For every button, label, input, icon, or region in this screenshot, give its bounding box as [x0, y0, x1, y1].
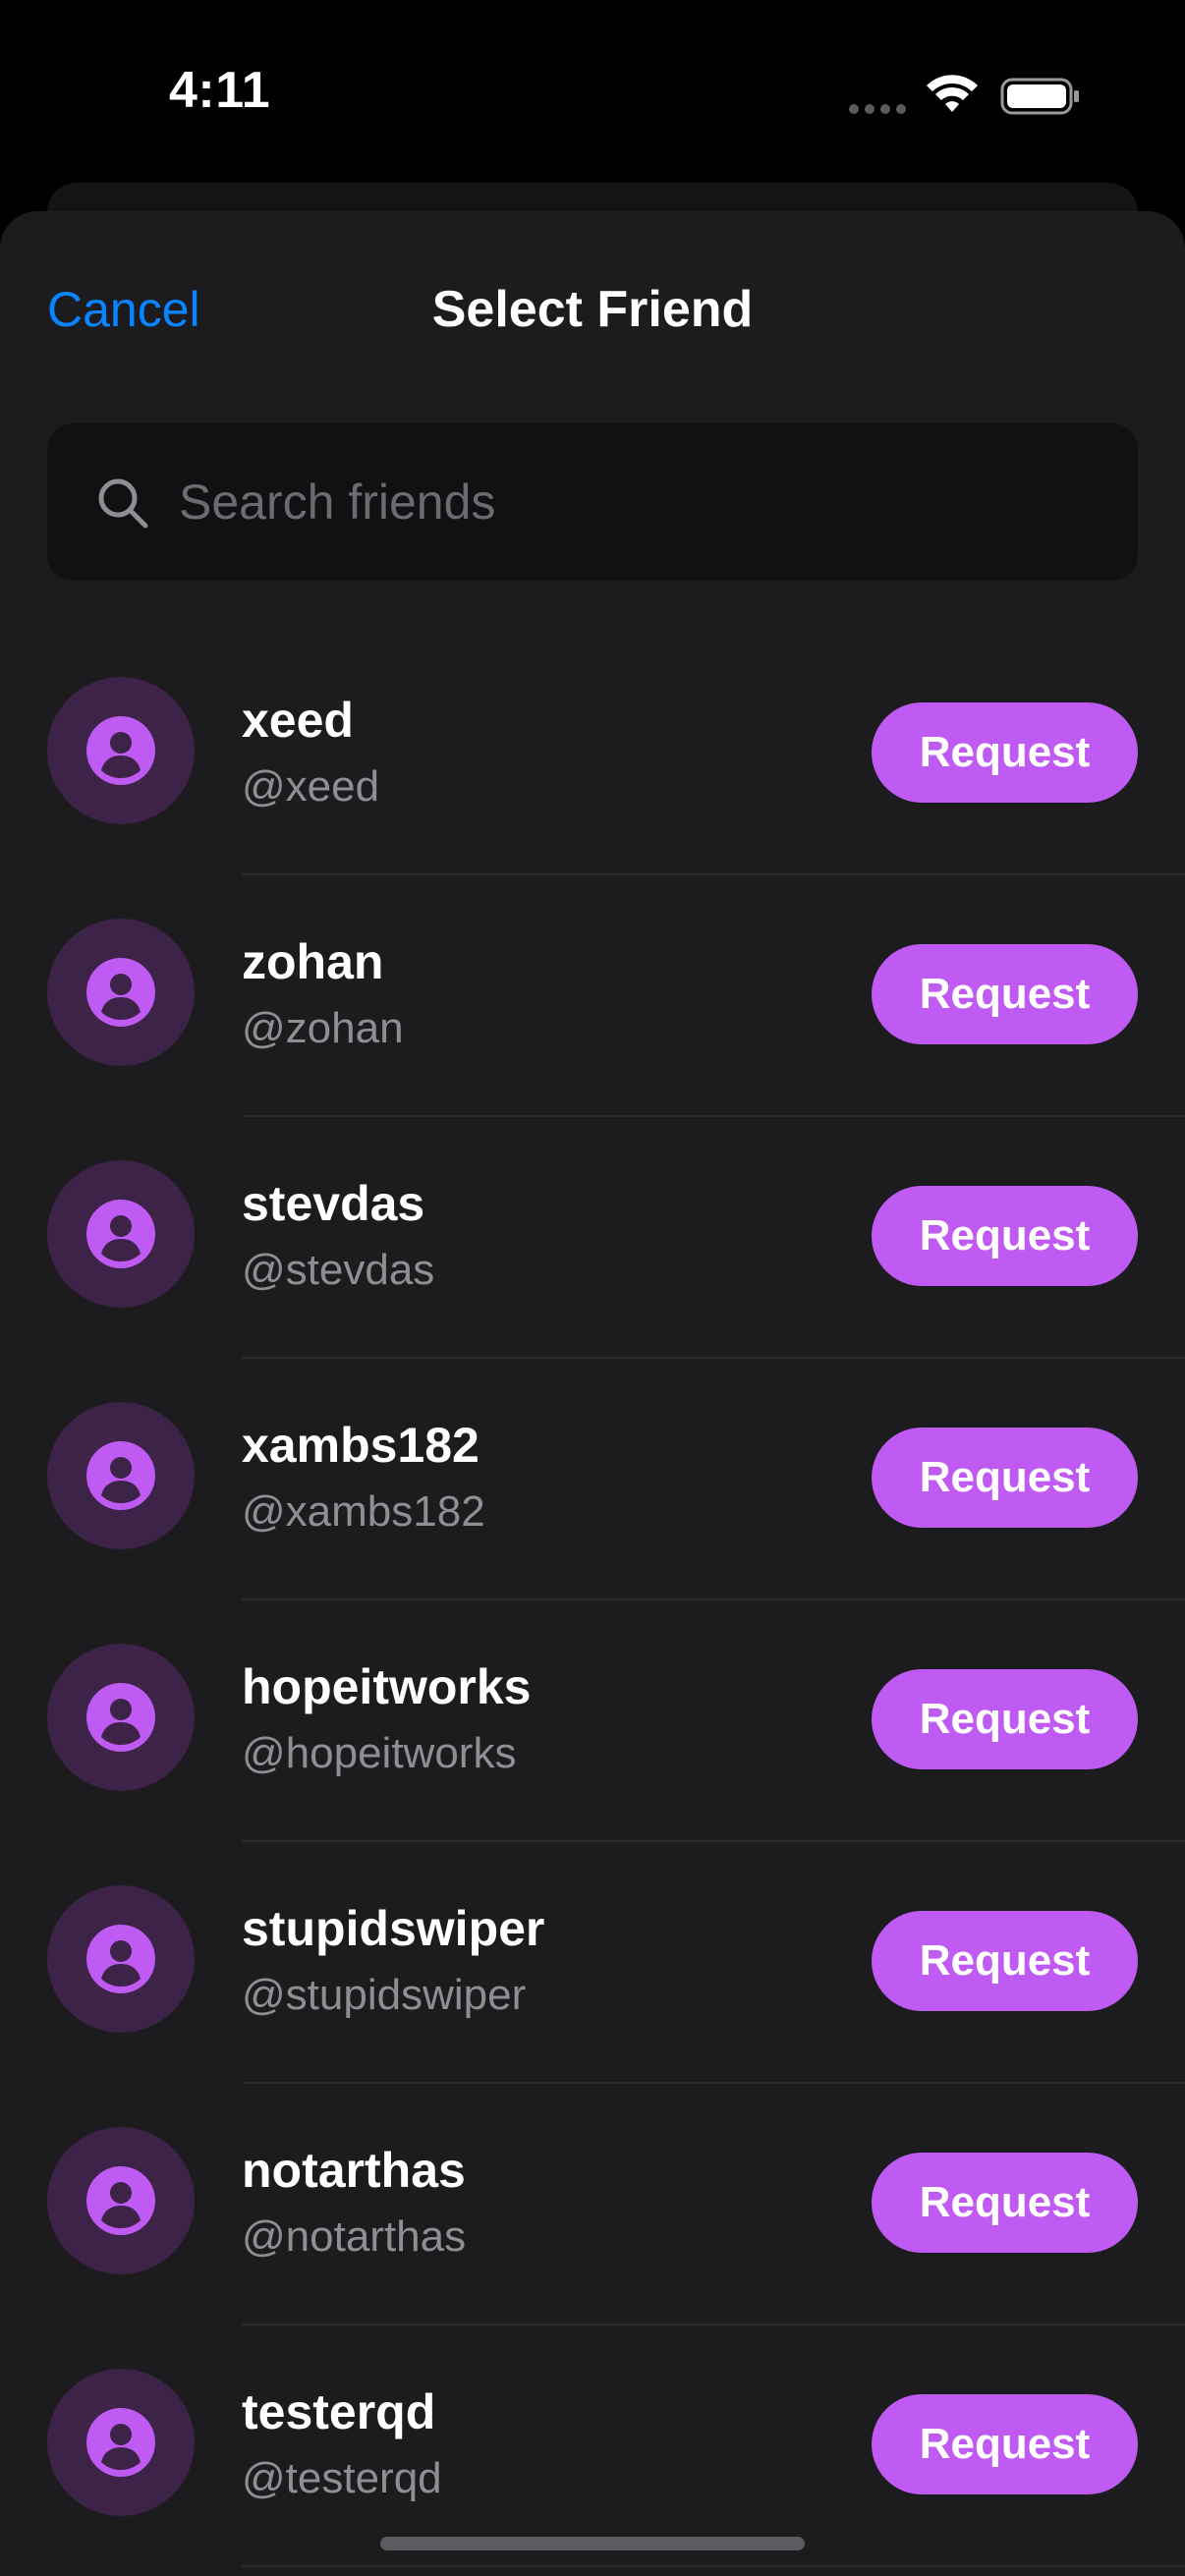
friend-row[interactable]: xambs182 @xambs182 Request: [0, 1359, 1185, 1600]
friend-list: xeed @xeed Request zohan @zohan Request …: [0, 634, 1185, 2567]
person-icon: [86, 1925, 155, 1993]
person-icon: [86, 2408, 155, 2477]
avatar: [47, 919, 195, 1066]
friend-handle: @hopeitworks: [242, 1729, 517, 1777]
friend-handle: @xeed: [242, 762, 380, 811]
friend-row[interactable]: stevdas @stevdas Request: [0, 1117, 1185, 1359]
search-bar[interactable]: [47, 423, 1138, 581]
friend-handle: @xambs182: [242, 1487, 485, 1536]
friend-name: xeed: [242, 693, 354, 748]
friend-handle: @testerqd: [242, 2454, 442, 2502]
avatar: [47, 1644, 195, 1791]
friend-handle: @stupidswiper: [242, 1971, 527, 2019]
request-button[interactable]: Request: [872, 1186, 1138, 1286]
friend-handle: @stevdas: [242, 1246, 435, 1294]
select-friend-sheet: Cancel Select Friend xeed @xeed Request: [0, 211, 1185, 2576]
friend-name: stupidswiper: [242, 1901, 545, 1956]
person-icon: [86, 958, 155, 1027]
friend-handle: @zohan: [242, 1004, 404, 1052]
friend-name: stevdas: [242, 1176, 425, 1231]
row-divider: [242, 2565, 1185, 2567]
friend-name: xambs182: [242, 1418, 480, 1473]
request-button[interactable]: Request: [872, 2153, 1138, 2253]
avatar: [47, 677, 195, 824]
friend-name: notarthas: [242, 2143, 466, 2198]
request-button[interactable]: Request: [872, 1669, 1138, 1769]
friend-row[interactable]: notarthas @notarthas Request: [0, 2084, 1185, 2325]
avatar: [47, 1160, 195, 1308]
request-button[interactable]: Request: [872, 1428, 1138, 1528]
avatar: [47, 1885, 195, 2033]
wifi-icon: [927, 75, 978, 112]
person-icon: [86, 1683, 155, 1752]
friend-row[interactable]: testerqd @testerqd Request: [0, 2325, 1185, 2567]
friend-row[interactable]: xeed @xeed Request: [0, 634, 1185, 875]
status-bar: 4:11: [0, 0, 1185, 187]
request-button[interactable]: Request: [872, 944, 1138, 1044]
person-icon: [86, 2166, 155, 2235]
page-title: Select Friend: [431, 281, 754, 338]
friend-handle: @notarthas: [242, 2212, 467, 2261]
avatar: [47, 2369, 195, 2516]
friend-name: hopeitworks: [242, 1659, 532, 1714]
home-indicator[interactable]: [380, 2537, 805, 2550]
battery-icon: [1000, 78, 1079, 115]
request-button[interactable]: Request: [872, 1911, 1138, 2011]
person-icon: [86, 1200, 155, 1268]
avatar: [47, 2127, 195, 2274]
friend-row[interactable]: zohan @zohan Request: [0, 875, 1185, 1117]
friend-name: zohan: [242, 934, 384, 989]
search-input[interactable]: [179, 463, 1083, 541]
avatar: [47, 1402, 195, 1549]
person-icon: [86, 1441, 155, 1510]
status-time: 4:11: [169, 62, 271, 119]
search-icon: [98, 478, 148, 529]
friend-name: testerqd: [242, 2384, 436, 2439]
request-button[interactable]: Request: [872, 2394, 1138, 2494]
signal-dots-icon: [849, 104, 908, 114]
person-icon: [86, 716, 155, 785]
request-button[interactable]: Request: [872, 702, 1138, 803]
friend-row[interactable]: hopeitworks @hopeitworks Request: [0, 1600, 1185, 1842]
friend-row[interactable]: stupidswiper @stupidswiper Request: [0, 1842, 1185, 2084]
